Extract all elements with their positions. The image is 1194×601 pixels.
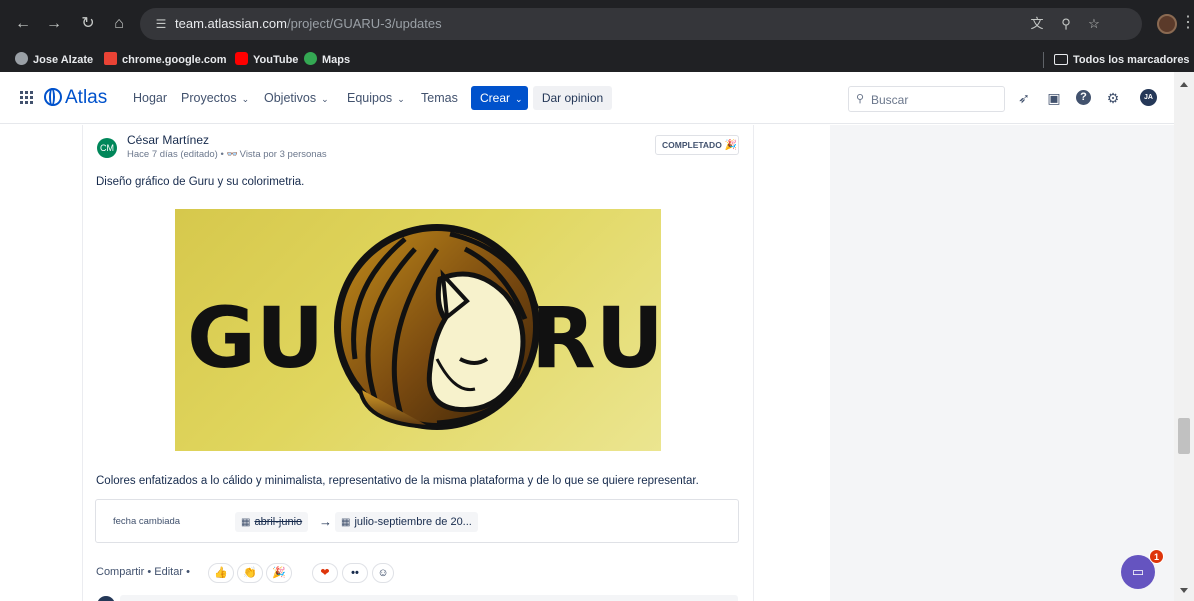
zoom-icon[interactable]: ⚲: [1057, 15, 1075, 33]
status-badge: COMPLETADO 🎉: [655, 135, 739, 155]
atlas-header: Atlas Hogar Proyectos ⌄ Objetivos ⌄ Equipo…: [0, 72, 1194, 124]
page-scrollbar[interactable]: [1174, 72, 1194, 601]
back-icon[interactable]: ←: [13, 14, 33, 34]
calendar-icon: ▦: [241, 517, 251, 528]
chevron-down-icon: ⌄: [515, 94, 523, 104]
scroll-up-icon[interactable]: [1180, 82, 1188, 87]
search-input[interactable]: [871, 91, 999, 108]
right-sidebar: [830, 125, 1174, 601]
reaction-clap[interactable]: 👏: [237, 563, 263, 583]
new-date-chip: ▦ julio-septiembre de 20...: [335, 512, 478, 532]
search-field[interactable]: ⚲: [848, 86, 1005, 112]
url-text[interactable]: team.atlassian.com/project/GUARU-3/updat…: [175, 16, 442, 31]
share-link[interactable]: Compartir: [96, 566, 144, 578]
create-button[interactable]: Crear ⌄: [471, 86, 528, 110]
chat-icon: ▭: [1131, 564, 1145, 579]
edit-link[interactable]: Editar: [154, 566, 183, 578]
user-avatar[interactable]: JA: [1140, 89, 1157, 106]
bookmark-jose-alzate[interactable]: Jose Alzate: [15, 52, 93, 68]
old-date-chip: ▦ abril-junio: [235, 512, 309, 532]
chrome-store-icon: [104, 52, 117, 65]
change-label: fecha cambiada: [113, 516, 181, 527]
reaction-party[interactable]: 🎉: [266, 563, 292, 583]
maps-pin-icon: [304, 52, 317, 65]
nav-objetivos[interactable]: Objetivos ⌄: [264, 88, 329, 108]
profile-bookmark-icon: [15, 52, 28, 65]
bookmark-star-icon[interactable]: ☆: [1085, 15, 1103, 33]
arrow-right-icon: →: [319, 514, 332, 529]
chevron-down-icon: ⌄: [397, 94, 405, 104]
action-separator: •: [186, 566, 190, 578]
calendar-icon: ▦: [341, 517, 351, 528]
nav-hogar[interactable]: Hogar: [133, 88, 167, 108]
home-icon[interactable]: ⌂: [109, 14, 129, 34]
rocket-icon[interactable]: ➶: [1016, 90, 1032, 106]
viewers-icon: 👓: [226, 149, 238, 159]
search-icon: ⚲: [856, 93, 865, 105]
post-intro-text: Diseño gráfico de Guru y su colorimetria…: [96, 176, 305, 188]
post-actions: Compartir • Editar •: [96, 566, 190, 578]
forward-icon[interactable]: →: [44, 14, 64, 34]
feedback-button[interactable]: Dar opinion: [533, 86, 612, 110]
scroll-down-icon[interactable]: [1180, 588, 1188, 593]
reload-icon[interactable]: ↻: [78, 14, 98, 34]
bookmarks-bar: Jose Alzate chrome.google.com YouTube Ma…: [0, 48, 1194, 72]
chevron-down-icon: ⌄: [321, 94, 329, 104]
post-meta: Hace 7 días (editado) • 👓 Vista por 3 per…: [127, 149, 327, 160]
nav-proyectos[interactable]: Proyectos ⌄: [181, 88, 249, 108]
bookmarks-divider: [1043, 52, 1044, 68]
bookmark-chrome-google[interactable]: chrome.google.com: [104, 52, 227, 68]
help-icon[interactable]: ?: [1076, 90, 1091, 105]
nav-temas[interactable]: Temas: [421, 88, 458, 108]
all-bookmarks-folder[interactable]: Todos los marcadores: [1054, 52, 1190, 68]
release-notes-icon[interactable]: ▣: [1046, 90, 1062, 106]
reaction-eyes[interactable]: ••: [342, 563, 368, 583]
post-description: Colores enfatizados a lo cálido y minima…: [96, 475, 699, 487]
reaction-heart[interactable]: ❤: [312, 563, 338, 583]
author-name[interactable]: César Martínez: [127, 133, 209, 147]
add-reaction-button[interactable]: ☺: [372, 563, 394, 583]
chevron-down-icon: ⌄: [241, 94, 250, 104]
date-change-box: fecha cambiada ▦ abril-junio → ▦ julio-sep…: [95, 499, 739, 543]
translate-icon[interactable]: 文: [1028, 15, 1046, 33]
browser-toolbar: ← → ↻ ⌂ ☰ team.atlassian.com/project/GUA…: [0, 0, 1194, 48]
atlas-globe-icon: [44, 88, 62, 106]
action-separator: •: [147, 566, 152, 578]
youtube-icon: [235, 52, 248, 65]
atlas-logo[interactable]: Atlas: [44, 87, 107, 109]
reaction-thumbs-up[interactable]: 👍: [208, 563, 234, 583]
bookmark-youtube[interactable]: YouTube: [235, 52, 298, 68]
scroll-thumb[interactable]: [1178, 418, 1190, 454]
logo-text-ru: RU: [531, 289, 661, 387]
address-bar[interactable]: ☰ team.atlassian.com/project/GUARU-3/upd…: [140, 8, 1142, 40]
bookmark-maps[interactable]: Maps: [304, 52, 350, 68]
folder-icon: [1054, 54, 1068, 65]
browser-menu-icon[interactable]: ⋮: [1180, 12, 1194, 32]
app-switcher-icon[interactable]: [20, 91, 34, 105]
site-info-icon[interactable]: ☰: [152, 15, 170, 33]
chat-notification-badge: 1: [1149, 549, 1164, 564]
nav-equipos[interactable]: Equipos ⌄: [347, 88, 405, 108]
post-views[interactable]: Vista por 3 personas: [240, 149, 327, 160]
party-icon: 🎉: [724, 140, 738, 151]
guru-logo-image: GU RU: [175, 209, 661, 451]
next-post-input[interactable]: [120, 595, 738, 601]
post-timestamp: Hace 7 días (editado) •: [127, 149, 224, 160]
author-avatar[interactable]: CM: [97, 138, 117, 158]
gear-icon[interactable]: ⚙: [1105, 90, 1121, 106]
logo-text-gu: GU: [187, 289, 324, 387]
profile-avatar[interactable]: [1157, 14, 1177, 34]
armadillo-illustration: [334, 224, 540, 430]
